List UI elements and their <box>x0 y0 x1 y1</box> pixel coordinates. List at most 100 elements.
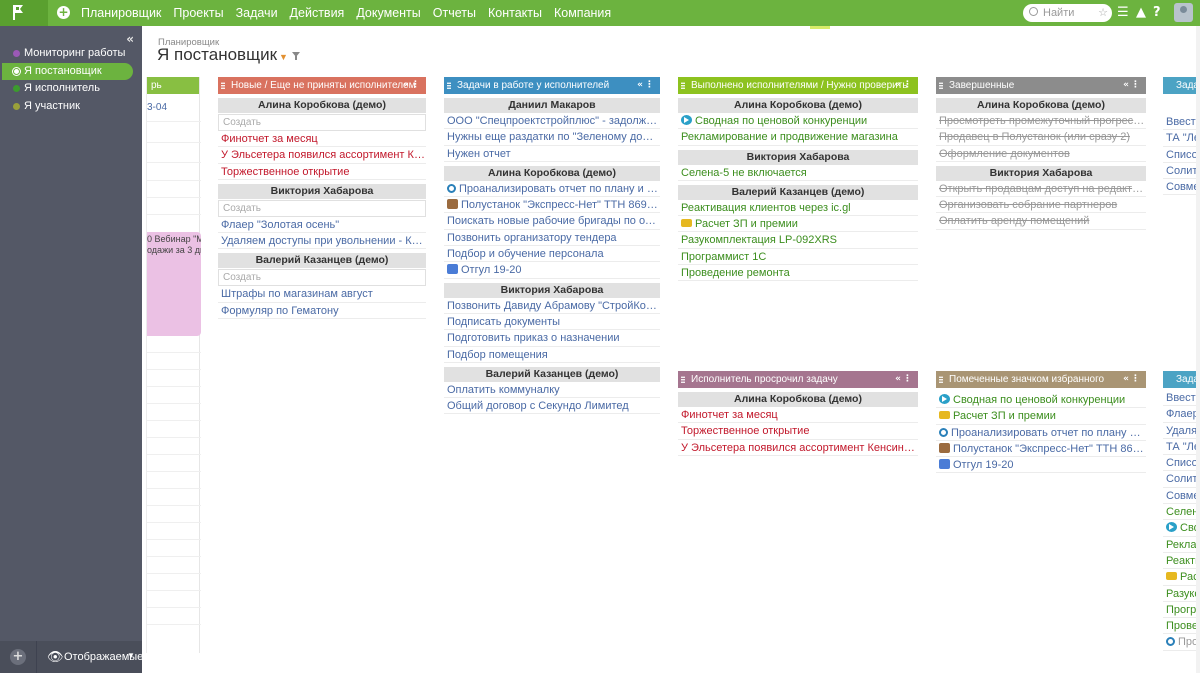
task-item[interactable]: Позвонить Давиду Абрамову "СтройКорп" <box>444 298 660 314</box>
task-item[interactable]: Совмес <box>1163 488 1200 505</box>
create-task-input[interactable]: Создать <box>218 114 426 131</box>
task-item[interactable]: Ввести <box>1163 390 1200 407</box>
task-item[interactable]: Позвонить организатору тендера <box>444 230 660 247</box>
more-options-icon[interactable]: ⋮ <box>645 80 656 90</box>
collapse-column-icon[interactable]: « <box>403 80 411 90</box>
create-task-input[interactable]: Создать <box>218 199 426 217</box>
task-item[interactable]: Расчет ЗП и премии <box>936 408 1146 425</box>
drag-handle-icon[interactable] <box>681 82 685 90</box>
task-item[interactable]: Флаер "Золотая осень" <box>218 217 426 234</box>
app-logo-flag-icon[interactable] <box>0 0 48 26</box>
bell-icon[interactable]: ▲ <box>1136 4 1146 22</box>
add-circle-icon[interactable]: + <box>10 649 26 665</box>
task-item[interactable]: ТА "Лет <box>1163 439 1200 456</box>
collapse-sidebar-icon[interactable]: « <box>126 32 134 46</box>
sidebar-item-i-am-participant[interactable]: Я участник <box>2 98 133 115</box>
task-item[interactable]: Провед <box>1163 618 1200 635</box>
drag-handle-icon[interactable] <box>221 82 225 90</box>
calendar-event[interactable]: 0 Вебинар "М одажи за 3 дн <box>147 232 201 336</box>
nav-item-actions[interactable]: Действия <box>284 0 351 26</box>
task-item[interactable]: Подписать документы <box>444 314 660 331</box>
drag-handle-icon[interactable] <box>447 82 451 90</box>
nav-item-company[interactable]: Компания <box>548 0 617 26</box>
task-item[interactable]: Расчет ЗП и премии <box>678 216 918 233</box>
scrollbar[interactable] <box>1196 26 1200 673</box>
collapse-column-icon[interactable]: « <box>895 80 903 90</box>
drag-handle-icon[interactable] <box>681 376 685 384</box>
task-item[interactable]: Флаер " <box>1163 406 1200 423</box>
task-item[interactable]: Разукомплектация LP-092XRS <box>678 232 918 249</box>
task-item[interactable]: Подготовить приказ о назначении <box>444 330 660 347</box>
task-item[interactable]: Удаляем доступы при увольнении - Кочкина <box>218 233 426 250</box>
task-item[interactable]: Финотчет за месяц <box>218 131 426 148</box>
task-item[interactable]: ООО "Спецпроектстройплюс" - задолженност… <box>444 113 660 130</box>
task-item[interactable]: Открыть продавцам доступ на редактирован… <box>936 181 1146 198</box>
task-item[interactable]: Рекламирование и продвижение магазина <box>678 129 918 146</box>
task-item[interactable]: Поискать новые рабочие бригады по отделк… <box>444 213 660 230</box>
task-item[interactable]: Оплатить аренду помещений <box>936 213 1146 230</box>
sidebar-item-monitoring[interactable]: Мониторинг работы <box>2 45 133 62</box>
task-item[interactable]: Разуком <box>1163 586 1200 602</box>
task-item[interactable]: Сводная по ценовой конкуренции <box>678 113 918 130</box>
collapse-column-icon[interactable]: « <box>637 80 645 90</box>
task-item[interactable]: Программист 1С <box>678 249 918 266</box>
task-item[interactable]: Общий договор с Секундо Лимитед <box>444 398 660 415</box>
avatar[interactable] <box>1174 3 1193 22</box>
task-item[interactable]: Проа <box>1163 634 1200 651</box>
more-options-icon[interactable]: ⋮ <box>903 374 914 384</box>
task-item[interactable]: Ввести <box>1163 114 1200 131</box>
task-item[interactable]: ТА "Лет <box>1163 130 1200 147</box>
quick-add-icon[interactable]: + <box>57 6 70 19</box>
task-item[interactable]: У Эльсетера появился ассортимент Кенсинг… <box>678 440 918 456</box>
task-item[interactable]: Формуляр по Гематону <box>218 303 426 320</box>
task-item[interactable]: Реактивация клиентов через ic.gl <box>678 200 918 217</box>
more-options-icon[interactable]: ⋮ <box>1131 374 1142 384</box>
star-icon[interactable]: ☆ <box>1098 4 1108 22</box>
sidebar-item-i-am-executor[interactable]: Я исполнитель <box>2 80 133 97</box>
task-item[interactable]: Отгул 19-20 <box>936 457 1146 474</box>
task-item[interactable]: Организовать собрание партнеров <box>936 197 1146 214</box>
task-item[interactable]: Оплатить коммуналку <box>444 382 660 399</box>
task-item[interactable]: Штрафы по магазинам август <box>218 286 426 303</box>
task-item[interactable]: Солитер <box>1163 163 1200 180</box>
nav-item-planner[interactable]: Планировщик <box>75 0 167 26</box>
task-item[interactable]: Селена-5 не включается <box>678 165 918 181</box>
task-item[interactable]: Расч <box>1163 569 1200 586</box>
task-item[interactable]: У Эльсетера появился ассортимент Кенсинг… <box>218 147 426 164</box>
task-item[interactable]: Список <box>1163 455 1200 472</box>
task-item[interactable]: Финотчет за месяц <box>678 407 918 424</box>
create-task-input[interactable]: Создать <box>218 269 426 287</box>
task-item[interactable]: Програм <box>1163 602 1200 619</box>
task-item[interactable]: Солитер <box>1163 471 1200 488</box>
task-item[interactable]: Полустанок "Экспресс-Нет" ТТН 869451235 <box>936 441 1146 458</box>
nav-item-tasks[interactable]: Задачи <box>230 0 284 26</box>
task-item[interactable]: Нужны еще раздатки по "Зеленому дождю" <box>444 129 660 146</box>
sidebar-item-i-am-assigner[interactable]: Я постановщик <box>2 63 133 80</box>
task-item[interactable]: Проанализировать отчет по плану и факту <box>936 425 1146 441</box>
task-item[interactable]: Отгул 19-20 <box>444 262 660 279</box>
collapse-column-icon[interactable]: « <box>1123 80 1131 90</box>
more-options-icon[interactable]: ⋮ <box>411 80 422 90</box>
task-item[interactable]: Свод <box>1163 520 1200 537</box>
task-item[interactable]: Список <box>1163 147 1200 163</box>
drag-handle-icon[interactable] <box>939 82 943 90</box>
help-icon[interactable]: ? <box>1153 4 1161 22</box>
more-options-icon[interactable]: ⋮ <box>903 80 914 90</box>
collapse-column-icon[interactable]: « <box>1123 374 1131 384</box>
task-item[interactable]: Подбор помещения <box>444 347 660 363</box>
task-item[interactable]: Подбор и обучение персонала <box>444 246 660 263</box>
collapse-column-icon[interactable]: « <box>895 374 903 384</box>
menu-icon[interactable]: ☰ <box>1117 4 1129 22</box>
task-item[interactable]: Проведение ремонта <box>678 265 918 282</box>
task-item[interactable]: Просмотреть промежуточный прогресс актив… <box>936 113 1146 130</box>
nav-item-contacts[interactable]: Контакты <box>482 0 548 26</box>
task-item[interactable]: Сводная по ценовой конкуренции <box>936 392 1146 409</box>
nav-item-projects[interactable]: Проекты <box>167 0 229 26</box>
task-item[interactable]: Нужен отчет <box>444 146 660 162</box>
more-options-icon[interactable]: ⋮ <box>1131 80 1142 90</box>
task-item[interactable]: Реактив <box>1163 553 1200 570</box>
drag-handle-icon[interactable] <box>939 376 943 384</box>
task-item[interactable]: Оформление документов <box>936 146 1146 162</box>
task-item[interactable]: Полустанок "Экспресс-Нет" ТТН 869451235 <box>444 197 660 214</box>
title-dropdown-icon[interactable]: ▼ <box>279 52 288 62</box>
